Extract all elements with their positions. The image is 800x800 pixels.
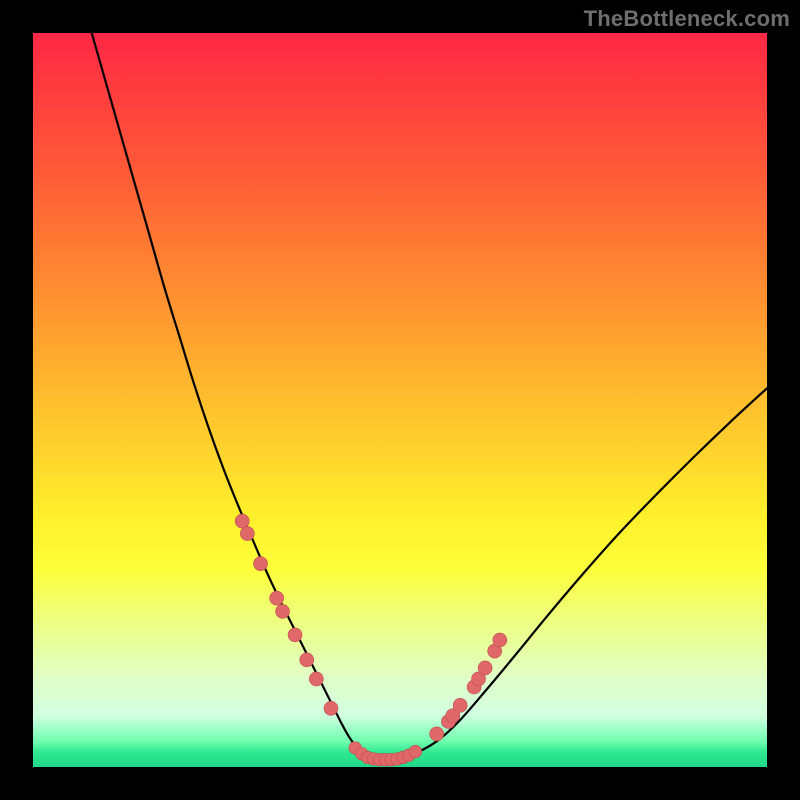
curve-marker [309,672,323,686]
curve-marker [409,745,422,758]
plot-area [33,33,767,767]
curve-marker [430,727,444,741]
curve-marker [240,527,254,541]
bottleneck-curve-svg [33,33,767,767]
curve-marker [493,633,507,647]
chart-container: TheBottleneck.com [0,0,800,800]
curve-marker [288,628,302,642]
curve-markers [235,514,507,766]
curve-marker [276,604,290,618]
curve-marker [254,557,268,571]
bottleneck-curve [92,33,767,760]
curve-marker [300,653,314,667]
curve-marker [478,661,492,675]
curve-marker [453,698,467,712]
curve-marker [324,701,338,715]
curve-marker [235,514,249,528]
curve-marker [270,591,284,605]
watermark-text: TheBottleneck.com [584,6,790,32]
